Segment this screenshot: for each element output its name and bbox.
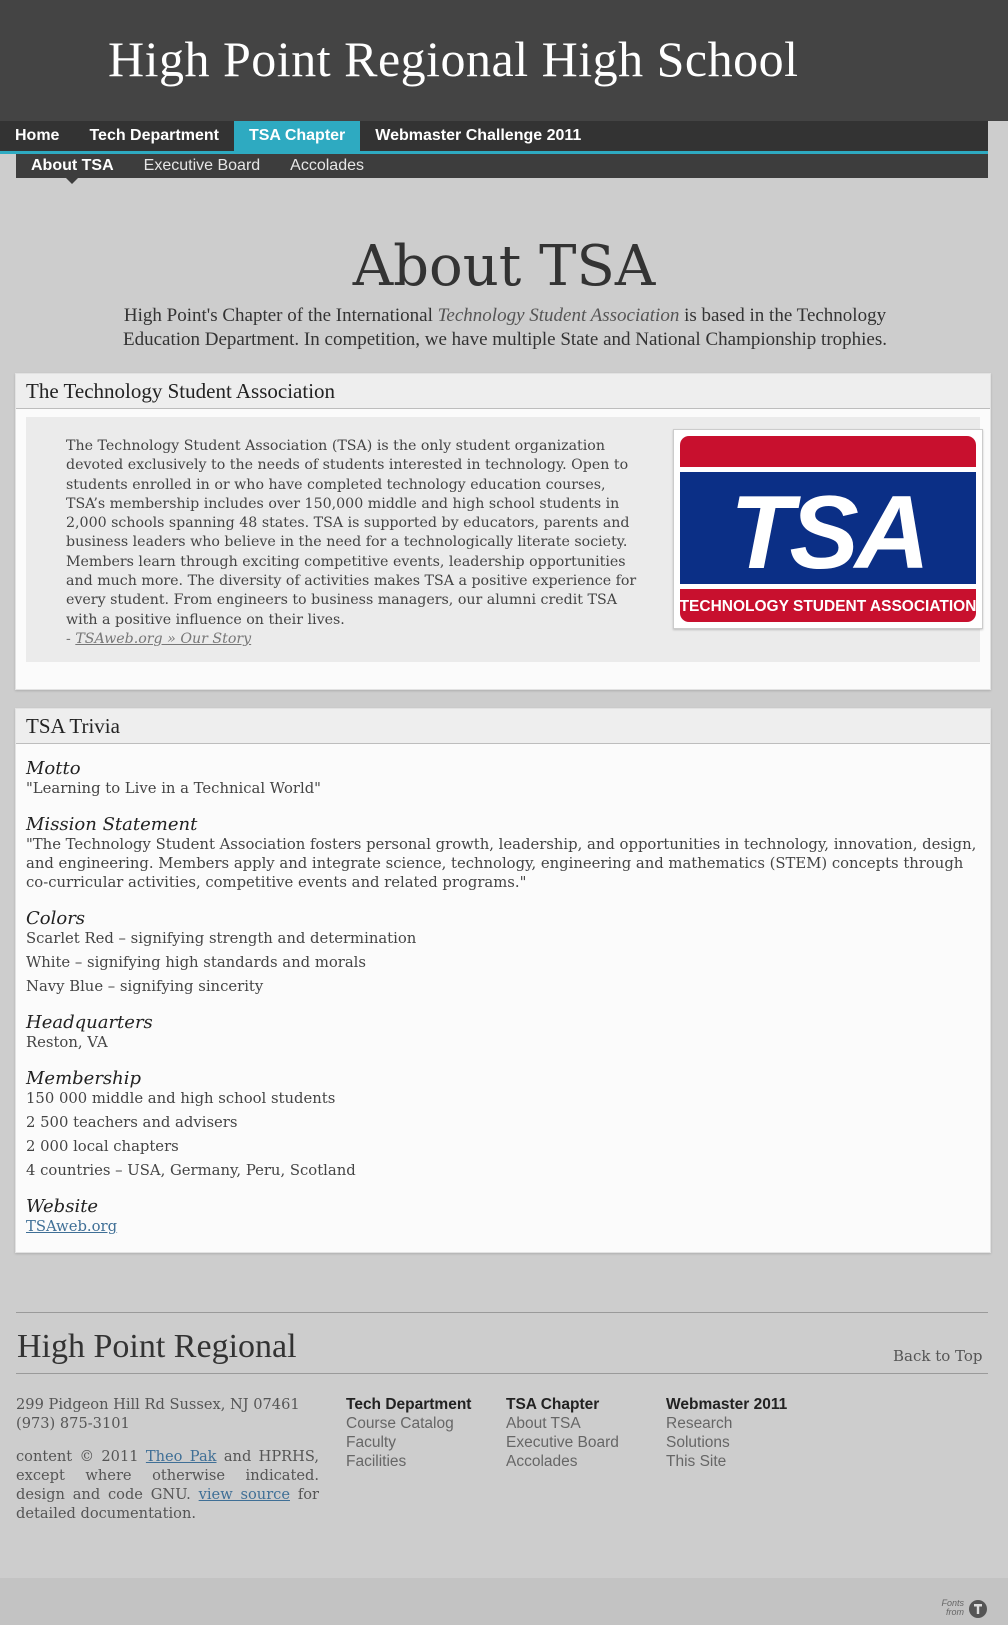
back-to-top-link[interactable]: Back to Top	[893, 1347, 983, 1365]
nav-tech-department[interactable]: Tech Department	[74, 121, 234, 151]
view-source-link[interactable]: view source	[199, 1486, 290, 1503]
footer-address-block: 299 Pidgeon Hill Rd Sussex, NJ 07461 (97…	[16, 1395, 321, 1433]
logo-top-stripe	[680, 467, 976, 472]
color-navy: Navy Blue – signifying sincerity	[26, 978, 264, 995]
footer-tsa-heading[interactable]: TSA Chapter	[506, 1395, 619, 1414]
intro-text-start: High Point's Chapter of the Internationa…	[123, 305, 438, 326]
intro-emphasis: Technology Student Association	[437, 305, 680, 326]
subnav-about-tsa[interactable]: About TSA	[16, 154, 129, 184]
headquarters-heading: Headquarters	[26, 1012, 153, 1033]
membership-students: 150 000 middle and high school students	[26, 1090, 336, 1107]
tsa-logo-graphic: TSA TECHNOLOGY STUDENT ASSOCIATION	[680, 436, 977, 622]
colors-heading: Colors	[26, 908, 86, 929]
footer-top-rule	[16, 1312, 988, 1313]
page-intro: High Point's Chapter of the Internationa…	[110, 304, 900, 352]
footer-course-catalog[interactable]: Course Catalog	[346, 1414, 471, 1433]
subnav-executive-board[interactable]: Executive Board	[129, 154, 276, 178]
fonts-from-text: Fonts from	[934, 1599, 964, 1617]
footer-faculty[interactable]: Faculty	[346, 1433, 471, 1452]
footer-phone: (973) 875-3101	[16, 1415, 130, 1432]
nav-webmaster-challenge[interactable]: Webmaster Challenge 2011	[360, 121, 596, 151]
membership-heading: Membership	[26, 1068, 142, 1089]
about-body-text: The Technology Student Association (TSA)…	[66, 438, 637, 628]
about-panel-title: The Technology Student Association	[16, 374, 990, 409]
nav-home[interactable]: Home	[0, 121, 74, 151]
about-source-prefix: -	[66, 630, 76, 647]
motto-heading: Motto	[26, 758, 81, 779]
about-source: - TSAweb.org » Our Story	[66, 630, 641, 649]
main-nav: Home Tech Department TSA Chapter Webmast…	[0, 121, 988, 154]
nav-tsa-chapter[interactable]: TSA Chapter	[233, 121, 361, 151]
color-red: Scarlet Red – signifying strength and de…	[26, 930, 417, 947]
site-header: High Point Regional High School	[0, 0, 1008, 121]
subnav-accolades[interactable]: Accolades	[275, 154, 379, 178]
footer-column-tech: Tech Department Course Catalog Faculty F…	[346, 1395, 471, 1471]
motto-text: "Learning to Live in a Technical World"	[26, 780, 321, 797]
footer-school-name: High Point Regional	[17, 1328, 297, 1365]
theo-pak-link[interactable]: Theo Pak	[146, 1448, 217, 1465]
membership-countries: 4 countries – USA, Germany, Peru, Scotla…	[26, 1162, 356, 1179]
mission-heading: Mission Statement	[26, 814, 198, 835]
fonts-from-badge[interactable]: Fonts from	[934, 1599, 988, 1619]
footer-facilities[interactable]: Facilities	[346, 1452, 471, 1471]
about-box: The Technology Student Association (TSA)…	[26, 417, 983, 662]
footer-executive-board[interactable]: Executive Board	[506, 1433, 619, 1452]
footer-column-webmaster: Webmaster 2011 Research Solutions This S…	[666, 1395, 787, 1471]
membership-chapters: 2 000 local chapters	[26, 1138, 179, 1155]
footer-this-site[interactable]: This Site	[666, 1452, 787, 1471]
trivia-panel-title: TSA Trivia	[16, 709, 990, 744]
fonts-from-line-2: from	[946, 1607, 964, 1617]
footer-tech-heading[interactable]: Tech Department	[346, 1395, 471, 1414]
about-body: The Technology Student Association (TSA)…	[66, 437, 641, 649]
footer-accolades[interactable]: Accolades	[506, 1452, 619, 1471]
mission-text: "The Technology Student Association fost…	[26, 836, 977, 891]
logo-letters: TSA	[730, 475, 926, 591]
footer-column-tsa: TSA Chapter About TSA Executive Board Ac…	[506, 1395, 619, 1471]
site-title[interactable]: High Point Regional High School	[108, 30, 799, 88]
bottom-band	[0, 1578, 1008, 1625]
trivia-body: Motto "Learning to Live in a Technical W…	[16, 744, 990, 1236]
footer-research[interactable]: Research	[666, 1414, 787, 1433]
footer-about-tsa[interactable]: About TSA	[506, 1414, 619, 1433]
credit-start: content © 2011	[16, 1448, 146, 1465]
typekit-icon	[969, 1600, 987, 1618]
footer-address: 299 Pidgeon Hill Rd Sussex, NJ 07461	[16, 1396, 300, 1413]
headquarters-text: Reston, VA	[26, 1034, 108, 1051]
about-panel: The Technology Student Association The T…	[15, 373, 991, 690]
footer-mid-rule	[16, 1373, 988, 1374]
logo-banner: TECHNOLOGY STUDENT ASSOCIATION	[680, 598, 977, 615]
color-white: White – signifying high standards and mo…	[26, 954, 366, 971]
footer-credit: content © 2011 Theo Pak and HPRHS, excep…	[16, 1447, 319, 1523]
tsaweb-our-story-link[interactable]: TSAweb.org » Our Story	[75, 631, 251, 647]
trivia-panel: TSA Trivia Motto "Learning to Live in a …	[15, 708, 991, 1253]
tsaweb-link[interactable]: TSAweb.org	[26, 1218, 117, 1235]
page-title: About TSA	[352, 234, 656, 299]
website-heading: Website	[26, 1196, 99, 1217]
footer-solutions[interactable]: Solutions	[666, 1433, 787, 1452]
website-line: TSAweb.org	[26, 1217, 980, 1236]
sub-nav: About TSA Executive Board Accolades	[16, 154, 988, 184]
membership-teachers: 2 500 teachers and advisers	[26, 1114, 238, 1131]
footer-webmaster-heading[interactable]: Webmaster 2011	[666, 1395, 787, 1414]
tsa-logo: TSA TECHNOLOGY STUDENT ASSOCIATION	[673, 429, 983, 629]
